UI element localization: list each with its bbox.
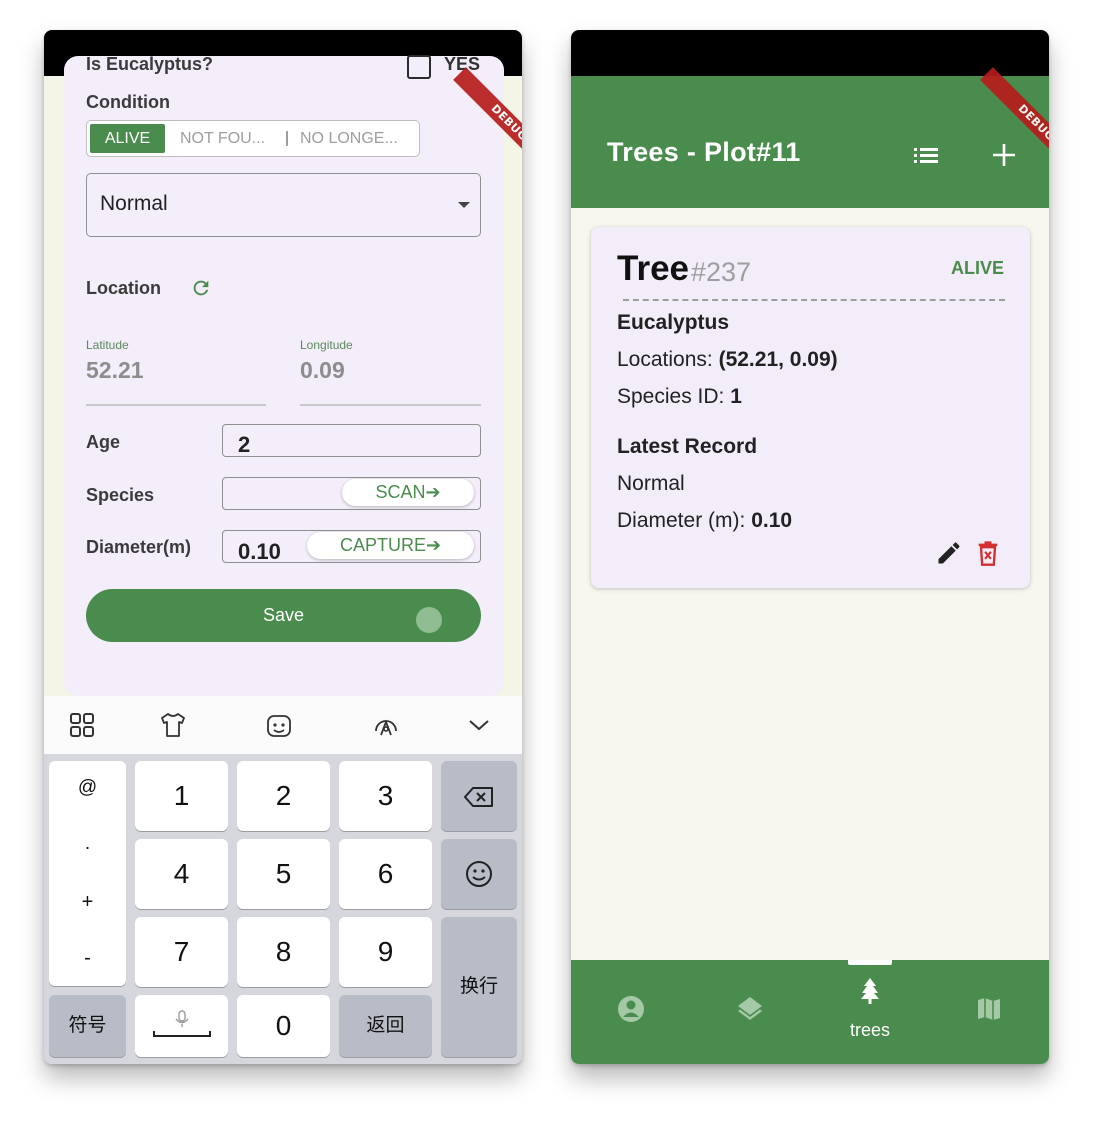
numeric-keyboard: @ . + - 1 2 3 4 5 6 7 8 9 换行 符号 0 返回 bbox=[44, 754, 522, 1064]
species-input[interactable]: SCAN➔ bbox=[222, 477, 481, 510]
layers-icon[interactable] bbox=[735, 994, 765, 1024]
add-icon[interactable] bbox=[989, 140, 1019, 170]
latest-record-status: Normal bbox=[617, 472, 685, 495]
locations-line: Locations: (52.21, 0.09) bbox=[617, 348, 838, 372]
species-id-line: Species ID: 1 bbox=[617, 385, 742, 409]
diameter-line: Diameter (m): 0.10 bbox=[617, 509, 792, 533]
key-2[interactable]: 2 bbox=[237, 761, 330, 831]
tree-list-screen: Trees - Plot#11 Tree #237 ALIVE Eucalypt… bbox=[571, 30, 1049, 1064]
touch-indicator bbox=[416, 607, 442, 633]
tree-card-title: Tree bbox=[617, 249, 689, 288]
capture-button[interactable]: CAPTURE➔ bbox=[307, 532, 474, 559]
emoji-sticker-icon[interactable] bbox=[265, 711, 293, 739]
key-1[interactable]: 1 bbox=[135, 761, 228, 831]
species-name: Eucalyptus bbox=[617, 311, 730, 334]
keyboard-toolbar bbox=[44, 696, 522, 754]
locations-value: (52.21, 0.09) bbox=[718, 348, 838, 371]
symbol-switch-key[interactable]: 符号 bbox=[49, 995, 126, 1057]
latitude-value: 52.21 bbox=[86, 357, 144, 383]
condition-label: Condition bbox=[86, 92, 170, 112]
nav-label-trees: trees bbox=[849, 1020, 891, 1040]
return-key[interactable]: 返回 bbox=[339, 995, 432, 1057]
location-label: Location bbox=[86, 278, 161, 298]
diameter-value: 0.10 bbox=[751, 509, 793, 532]
age-input-value: 2 bbox=[238, 432, 251, 457]
key-0[interactable]: 0 bbox=[237, 995, 330, 1057]
species-label: Species bbox=[86, 485, 155, 505]
age-label: Age bbox=[86, 432, 121, 452]
species-id-value: 1 bbox=[730, 385, 742, 408]
condition-option-not-found[interactable]: NOT FOU... bbox=[180, 124, 265, 153]
condition-option-no-longer[interactable]: NO LONGE... bbox=[300, 124, 398, 153]
age-input[interactable]: 2 bbox=[222, 424, 481, 457]
tree-card[interactable]: Tree #237 ALIVE Eucalyptus Locations: (5… bbox=[591, 227, 1030, 588]
dropdown-selected-value: Normal bbox=[100, 192, 168, 215]
diameter-input-value: 0.10 bbox=[238, 539, 281, 564]
map-icon[interactable] bbox=[974, 994, 1004, 1024]
longitude-value: 0.09 bbox=[300, 357, 345, 383]
microphone-icon bbox=[153, 1010, 211, 1037]
delete-icon[interactable] bbox=[974, 539, 1002, 567]
profile-icon[interactable] bbox=[616, 994, 646, 1024]
caret-down-icon bbox=[458, 202, 470, 208]
eucalyptus-checkbox[interactable] bbox=[407, 55, 431, 79]
refresh-icon[interactable] bbox=[190, 277, 212, 299]
tree-icon[interactable] bbox=[855, 976, 885, 1006]
eucalyptus-label: Is Eucalyptus? bbox=[86, 54, 214, 74]
key-8[interactable]: 8 bbox=[237, 917, 330, 987]
enter-key[interactable]: 换行 bbox=[441, 917, 517, 1057]
form-background: Is Eucalyptus? YES Condition ALIVE NOT F… bbox=[44, 54, 522, 696]
tree-card-number: #237 bbox=[691, 257, 752, 287]
shirt-icon[interactable] bbox=[159, 711, 187, 739]
diameter-label: Diameter(m) bbox=[86, 537, 192, 557]
species-id-label: Species ID: bbox=[617, 385, 731, 408]
smiley-icon bbox=[466, 861, 492, 887]
tree-form-card: Is Eucalyptus? YES Condition ALIVE NOT F… bbox=[64, 54, 504, 696]
backspace-key[interactable] bbox=[441, 761, 517, 831]
symbols-column-key[interactable]: @ . + - bbox=[49, 761, 126, 986]
key-5[interactable]: 5 bbox=[237, 839, 330, 909]
card-divider bbox=[623, 299, 1005, 301]
segment-divider bbox=[286, 131, 288, 146]
bottom-navigation: trees bbox=[571, 960, 1049, 1064]
emoji-key[interactable] bbox=[441, 839, 517, 909]
latitude-label: Latitude bbox=[86, 338, 129, 352]
symbol-minus[interactable]: - bbox=[49, 947, 126, 970]
key-6[interactable]: 6 bbox=[339, 839, 432, 909]
status-bar bbox=[571, 30, 1049, 76]
latest-record-heading: Latest Record bbox=[617, 435, 758, 458]
active-tab-indicator bbox=[848, 960, 892, 965]
longitude-label: Longitude bbox=[300, 338, 353, 352]
condition-option-alive[interactable]: ALIVE bbox=[90, 124, 165, 153]
key-4[interactable]: 4 bbox=[135, 839, 228, 909]
locations-label: Locations: bbox=[617, 348, 719, 371]
symbol-dot[interactable]: . bbox=[49, 833, 126, 855]
latitude-underline bbox=[86, 404, 266, 406]
key-3[interactable]: 3 bbox=[339, 761, 432, 831]
condition-segmented-control: ALIVE NOT FOU... NO LONGE... bbox=[86, 120, 420, 157]
backspace-icon bbox=[464, 787, 493, 807]
record-status-dropdown[interactable]: Normal bbox=[86, 173, 481, 237]
page-title: Trees - Plot#11 bbox=[607, 137, 801, 167]
diameter-label: Diameter (m): bbox=[617, 509, 752, 532]
list-icon[interactable] bbox=[911, 140, 941, 170]
key-9[interactable]: 9 bbox=[339, 917, 432, 987]
edit-icon[interactable] bbox=[935, 539, 963, 567]
scan-button[interactable]: SCAN➔ bbox=[342, 479, 474, 506]
space-key[interactable] bbox=[135, 995, 228, 1057]
grid-icon[interactable] bbox=[68, 711, 96, 739]
edit-tree-screen: Is Eucalyptus? YES Condition ALIVE NOT F… bbox=[44, 30, 522, 1064]
symbol-at[interactable]: @ bbox=[49, 777, 126, 799]
chevron-down-icon[interactable] bbox=[465, 711, 493, 739]
key-7[interactable]: 7 bbox=[135, 917, 228, 987]
diameter-input[interactable]: 0.10 CAPTURE➔ bbox=[222, 530, 481, 564]
longitude-underline bbox=[300, 404, 481, 406]
symbol-plus[interactable]: + bbox=[49, 891, 126, 914]
app-bar: Trees - Plot#11 bbox=[571, 76, 1049, 208]
voice-assistant-icon[interactable] bbox=[372, 711, 400, 739]
status-badge: ALIVE bbox=[950, 258, 1004, 278]
